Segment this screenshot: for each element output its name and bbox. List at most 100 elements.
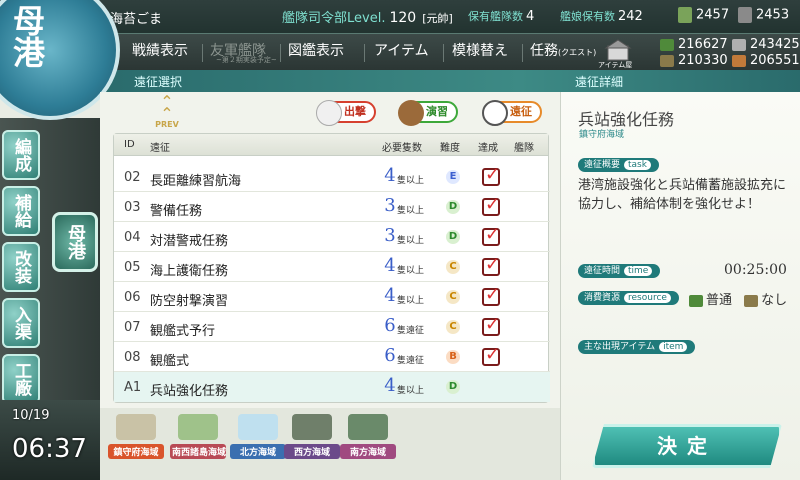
difficulty-badge: D (446, 230, 460, 244)
expedition-row[interactable]: 05 海上護衛任務 4 隻以上 C (114, 252, 550, 282)
expedition-row[interactable]: 07 観艦式予行 6 隻遠征 C (114, 312, 550, 342)
tab-expedition[interactable]: 遠征 (482, 100, 542, 126)
achieved-check-icon (482, 194, 500, 216)
overview-label-jp: 遠征概要 (584, 160, 621, 170)
row-name: 長距離練習航海 (150, 174, 242, 189)
area-tab-label: 鎮守府海域 (108, 444, 164, 459)
expedition-row[interactable]: 04 対潜警戒任務 3 隻以上 D (114, 222, 550, 252)
nav-dock-button[interactable]: 入渠 (2, 298, 40, 348)
area-tab-home[interactable]: 鎮守府海域 (108, 414, 164, 464)
menu-library[interactable]: 図鑑表示 (288, 34, 344, 70)
row-name: 観艦式 (150, 354, 190, 369)
detail-time-value: 00:25:00 (724, 262, 787, 278)
iceberg-icon (238, 414, 278, 440)
menu-furniture[interactable]: 模様替え (452, 34, 508, 70)
compass-icon (482, 100, 508, 126)
header-name: 遠征 (150, 143, 170, 154)
player-name: 海苔ごま (110, 12, 163, 27)
resource-label-en: resource (624, 293, 671, 303)
ship-count-label: 艦娘保有数 (560, 10, 615, 23)
menu-friend-fleet: 友軍艦隊 ~第２期実装予定~ (210, 34, 277, 70)
menu-bar: 戦績表示 友軍艦隊 ~第２期実装予定~ 図鑑表示 アイテム 模様替え 任務(クエ… (0, 34, 800, 70)
hq-level-value: 120 (389, 10, 417, 26)
row-id: 04 (124, 230, 141, 245)
time-label: 遠征時間 time (578, 264, 661, 278)
bucket-count: 2457 (678, 7, 729, 23)
clock-date: 10/19 (12, 408, 50, 423)
row-count: 4 (384, 285, 396, 306)
achieved-check-icon (482, 314, 500, 336)
area-tab-west[interactable]: 西方海域 (284, 414, 340, 464)
island-icon (348, 414, 388, 440)
time-label-en: time (624, 266, 653, 276)
area-tab-label: 北方海域 (230, 444, 286, 459)
ammo-usage: なし (761, 293, 788, 308)
nav-supply-button[interactable]: 補給 (2, 186, 40, 236)
row-id: A1 (124, 380, 142, 395)
difficulty-badge: D (446, 380, 460, 394)
expedition-row[interactable]: 08 観艦式 6 隻遠征 B (114, 342, 550, 372)
row-count: 6 (384, 315, 396, 336)
tab-sortie[interactable]: 出撃 (316, 100, 376, 126)
overview-label: 遠征概要 task (578, 158, 659, 172)
nav-port-button[interactable]: 母港 (52, 212, 98, 272)
row-id: 07 (124, 320, 141, 335)
menu-record[interactable]: 戦績表示 (132, 34, 188, 70)
hq-level: 艦隊司令部Level. 120 [元帥] (282, 7, 453, 26)
menu-quests[interactable]: 任務(クエスト) (530, 34, 596, 70)
row-id: 03 (124, 200, 141, 215)
row-name: 観艦式予行 (150, 324, 216, 339)
area-tab-south[interactable]: 南方海域 (340, 414, 396, 464)
menu-divider (202, 44, 203, 62)
nav-arsenal-button[interactable]: 工廠 (2, 354, 40, 404)
overview-label-en: task (624, 160, 651, 170)
row-unit: 隻遠征 (397, 326, 425, 336)
item-store-label: アイテム屋 (598, 61, 633, 69)
menu-divider (443, 44, 444, 62)
difficulty-badge: D (446, 200, 460, 214)
fuel-count: 216627 (660, 37, 728, 52)
tab-sortie-label: 出撃 (344, 105, 366, 118)
ammo-icon (744, 294, 759, 307)
area-tab-label: 南西諸島海域 (170, 444, 226, 459)
fuel-icon (660, 38, 674, 51)
tab-practice[interactable]: 演習 (398, 100, 458, 126)
row-unit: 隻以上 (397, 206, 425, 216)
expedition-detail-panel (560, 92, 800, 480)
nav-remodel-button[interactable]: 改装 (2, 242, 40, 292)
expedition-row[interactable]: 03 警備任務 3 隻以上 D (114, 192, 550, 222)
menu-items[interactable]: アイテム (374, 34, 429, 70)
row-count: 3 (384, 195, 396, 216)
area-tab-label: 南方海域 (340, 444, 396, 459)
item-label-jp: 主な出現アイテム (584, 342, 656, 352)
expedition-row-selected[interactable]: A1 兵站強化任務 4 隻以上 D (114, 372, 550, 402)
difficulty-badge: B (446, 350, 460, 364)
prev-button[interactable]: ⌃ ⌃ PREV (150, 92, 184, 130)
bucket-icon (678, 7, 692, 23)
fuel-icon (689, 294, 703, 307)
dev-material-count: 2453 (738, 7, 789, 23)
tab-practice-label: 演習 (426, 105, 448, 118)
achieved-check-icon (482, 344, 500, 366)
row-unit: 隻以上 (397, 236, 425, 246)
menu-divider (280, 44, 281, 62)
plane-icon (316, 100, 342, 126)
difficulty-badge: C (446, 320, 460, 334)
fleet-count-label: 保有艦隊数 (468, 10, 523, 23)
bauxite-icon (732, 54, 746, 67)
area-tab-southwest[interactable]: 南西諸島海域 (170, 414, 226, 464)
achieved-check-icon (482, 284, 500, 306)
decide-button[interactable]: 決定 (592, 424, 782, 468)
row-name: 対潜警戒任務 (150, 234, 229, 249)
row-id: 08 (124, 350, 141, 365)
expedition-row[interactable]: 06 防空射撃演習 4 隻以上 C (114, 282, 550, 312)
chevron-up-icon: ⌃ ⌃ (160, 92, 174, 123)
difficulty-badge: C (446, 260, 460, 274)
menu-quests-label: 任務 (530, 43, 558, 59)
row-name: 警備任務 (150, 204, 203, 219)
row-count: 4 (384, 375, 396, 396)
area-tab-north[interactable]: 北方海域 (230, 414, 286, 464)
nav-organize-button[interactable]: 編成 (2, 130, 40, 180)
rank-label: [元帥] (422, 12, 453, 25)
expedition-row[interactable]: 02 長距離練習航海 4 隻以上 E (114, 162, 550, 192)
